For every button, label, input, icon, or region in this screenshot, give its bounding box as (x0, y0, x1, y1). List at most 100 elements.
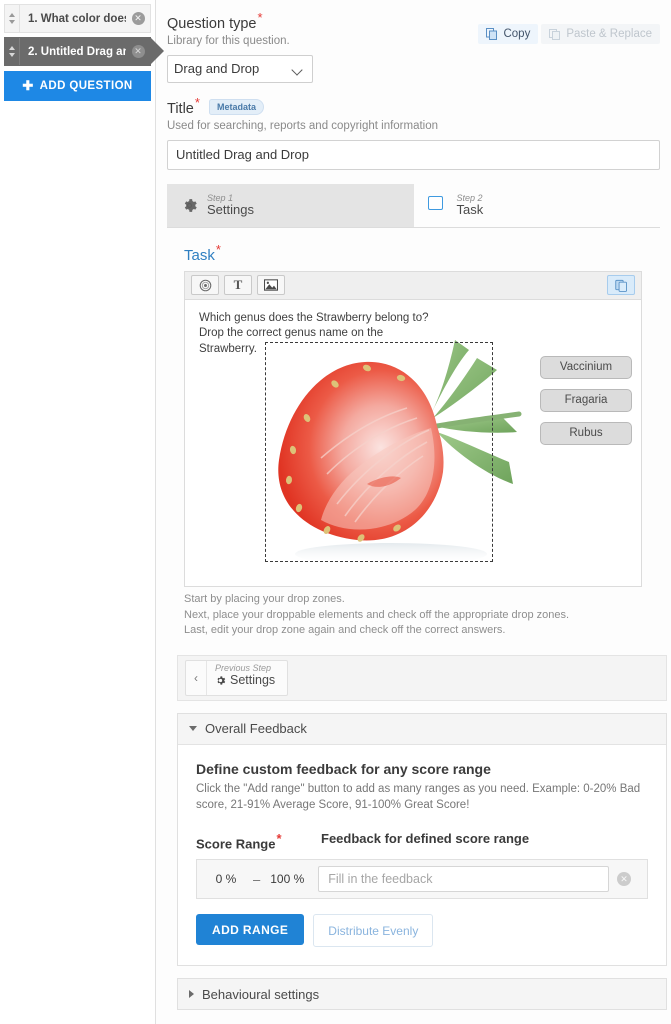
behavioural-settings-title: Behavioural settings (202, 986, 320, 1002)
tab-step-1-settings[interactable]: Step 1 Settings (167, 183, 414, 227)
copy-button[interactable]: Copy (478, 24, 539, 44)
metadata-badge[interactable]: Metadata (208, 98, 264, 115)
question-type-select-wrap: Drag and Drop (167, 47, 313, 83)
task-instructions: Start by placing your drop zones. Next, … (184, 592, 660, 639)
step-navigation-bar: ‹ Previous Step Settings (177, 654, 667, 701)
required-marker: * (215, 241, 221, 257)
range-to-value[interactable]: 100 % (266, 872, 308, 886)
draggable-rubus[interactable]: Rubus (540, 421, 632, 445)
dropzone-tool-button[interactable] (191, 275, 219, 296)
delete-question-button[interactable]: ✕ (126, 5, 150, 32)
distribute-evenly-button[interactable]: Distribute Evenly (313, 914, 434, 948)
move-up-icon[interactable] (9, 13, 15, 17)
title-label: Title* Metadata (167, 95, 660, 117)
step-2-texts: Step 2 Task (457, 193, 484, 218)
close-circle-icon[interactable]: ✕ (131, 12, 145, 25)
task-editor: T Which genus does the Strawberry belong… (184, 270, 642, 587)
paste-replace-label: Paste & Replace (566, 28, 652, 40)
question-list-sidebar: 1. What color does ... ✕ 2. Untitled Dra… (0, 0, 164, 1024)
score-range-headers: Score Range* Feedback for defined score … (196, 831, 648, 851)
previous-step-button[interactable]: ‹ Previous Step Settings (185, 659, 289, 696)
feedback-buttons: ADD RANGE Distribute Evenly (196, 914, 648, 948)
gear-icon (181, 197, 198, 214)
dropzone-tool-icon (199, 279, 211, 292)
paste-icon (549, 29, 561, 40)
task-instruction-line-3: Last, edit your drop zone again and chec… (184, 624, 506, 637)
previous-step-name-row: Settings (215, 672, 276, 688)
clipboard-icon (614, 279, 627, 292)
image-tool-icon (264, 279, 278, 292)
copy-icon (486, 28, 498, 40)
question-list-item-1[interactable]: 1. What color does ... ✕ (4, 4, 151, 33)
editor-main-panel: Question type* Library for this question… (155, 0, 671, 1024)
feedback-input[interactable] (318, 866, 609, 893)
copy-paste-buttons: Copy Paste & Replace (478, 24, 660, 44)
previous-step-name: Settings (230, 672, 276, 687)
feedback-description: Click the "Add range" button to add as m… (196, 782, 641, 811)
move-down-icon[interactable] (9, 53, 15, 57)
draggable-fragaria[interactable]: Fragaria (540, 388, 632, 412)
tab-step-2-task[interactable]: Step 2 Task (413, 183, 660, 227)
image-tool-button[interactable] (257, 275, 285, 296)
question-list-item-2[interactable]: 2. Untitled Drag an... ✕ (4, 37, 164, 66)
reorder-spinner[interactable] (5, 38, 20, 65)
overall-feedback-body: Define custom feedback for any score ran… (178, 745, 666, 966)
plus-icon: ✚ (22, 78, 34, 93)
add-range-button[interactable]: ADD RANGE (196, 914, 305, 946)
move-up-icon[interactable] (9, 46, 15, 50)
paste-replace-button[interactable]: Paste & Replace (541, 24, 660, 44)
chevron-left-icon: ‹ (186, 660, 207, 695)
score-range-row: 0 % – 100 % ✕ (196, 859, 648, 900)
chevron-right-icon (189, 990, 194, 999)
close-circle-icon[interactable]: ✕ (131, 45, 145, 58)
task-heading: Task* (184, 241, 221, 264)
required-marker: * (257, 10, 263, 25)
question-type-row: Question type* Library for this question… (167, 10, 660, 83)
behavioural-settings-panel: Behavioural settings (177, 978, 667, 1011)
overall-feedback-header[interactable]: Overall Feedback (178, 713, 666, 745)
dropzone-icon (427, 196, 448, 215)
feedback-heading: Define custom feedback for any score ran… (196, 760, 491, 777)
add-question-label: ADD QUESTION (39, 80, 133, 92)
remove-range-button[interactable]: ✕ (609, 872, 639, 887)
draggable-vaccinium[interactable]: Vaccinium (540, 355, 632, 379)
required-marker: * (194, 94, 200, 110)
add-question-button[interactable]: ✚ ADD QUESTION (4, 71, 151, 101)
title-helper: Used for searching, reports and copyrigh… (167, 119, 439, 132)
task-instruction-line-2: Next, place your droppable elements and … (184, 608, 570, 621)
question-list-item-label: 1. What color does ... (28, 12, 126, 25)
drop-zone-region[interactable] (265, 341, 493, 562)
task-canvas[interactable]: Which genus does the Strawberry belong t… (185, 299, 641, 586)
move-down-icon[interactable] (9, 20, 15, 24)
step-tabs: Step 1 Settings Step 2 Task (167, 183, 660, 228)
overall-feedback-title: Overall Feedback (205, 721, 307, 737)
copy-label: Copy (503, 28, 531, 40)
range-from-value[interactable]: 0 % (205, 872, 247, 886)
task-canvas-prompt[interactable]: Which genus does the Strawberry belong t… (199, 311, 444, 358)
task-tool-group: T (191, 275, 285, 296)
task-instruction-line-1: Start by placing your drop zones. (184, 592, 345, 605)
title-block: Title* Metadata Used for searching, repo… (167, 95, 660, 170)
range-separator: – (253, 871, 261, 887)
question-type-helper: Library for this question. (167, 34, 290, 47)
dropzone-icon-solid (427, 196, 443, 211)
overall-feedback-panel: Overall Feedback Define custom feedback … (177, 712, 667, 967)
text-tool-button[interactable]: T (224, 275, 252, 296)
step-1-texts: Step 1 Settings (207, 193, 254, 218)
behavioural-settings-header[interactable]: Behavioural settings (178, 979, 666, 1010)
question-type-select[interactable]: Drag and Drop (167, 54, 313, 83)
score-range-column-header: Score Range* (196, 830, 282, 852)
remove-circle-icon: ✕ (617, 872, 631, 887)
question-list-item-label: 2. Untitled Drag an... (28, 45, 126, 58)
draggable-elements: Vaccinium Fragaria Rubus (540, 355, 632, 445)
step-2-name: Task (456, 202, 484, 217)
text-tool-icon: T (233, 277, 243, 293)
paste-into-canvas-button[interactable] (607, 275, 635, 296)
delete-question-button[interactable]: ✕ (126, 38, 150, 65)
gear-icon (217, 676, 226, 685)
title-input[interactable] (167, 139, 660, 170)
reorder-spinner[interactable] (5, 5, 20, 32)
step-1-name: Settings (207, 202, 254, 217)
question-type-label: Question type* (167, 10, 263, 32)
question-editor-app: 1. What color does ... ✕ 2. Untitled Dra… (0, 0, 671, 1024)
